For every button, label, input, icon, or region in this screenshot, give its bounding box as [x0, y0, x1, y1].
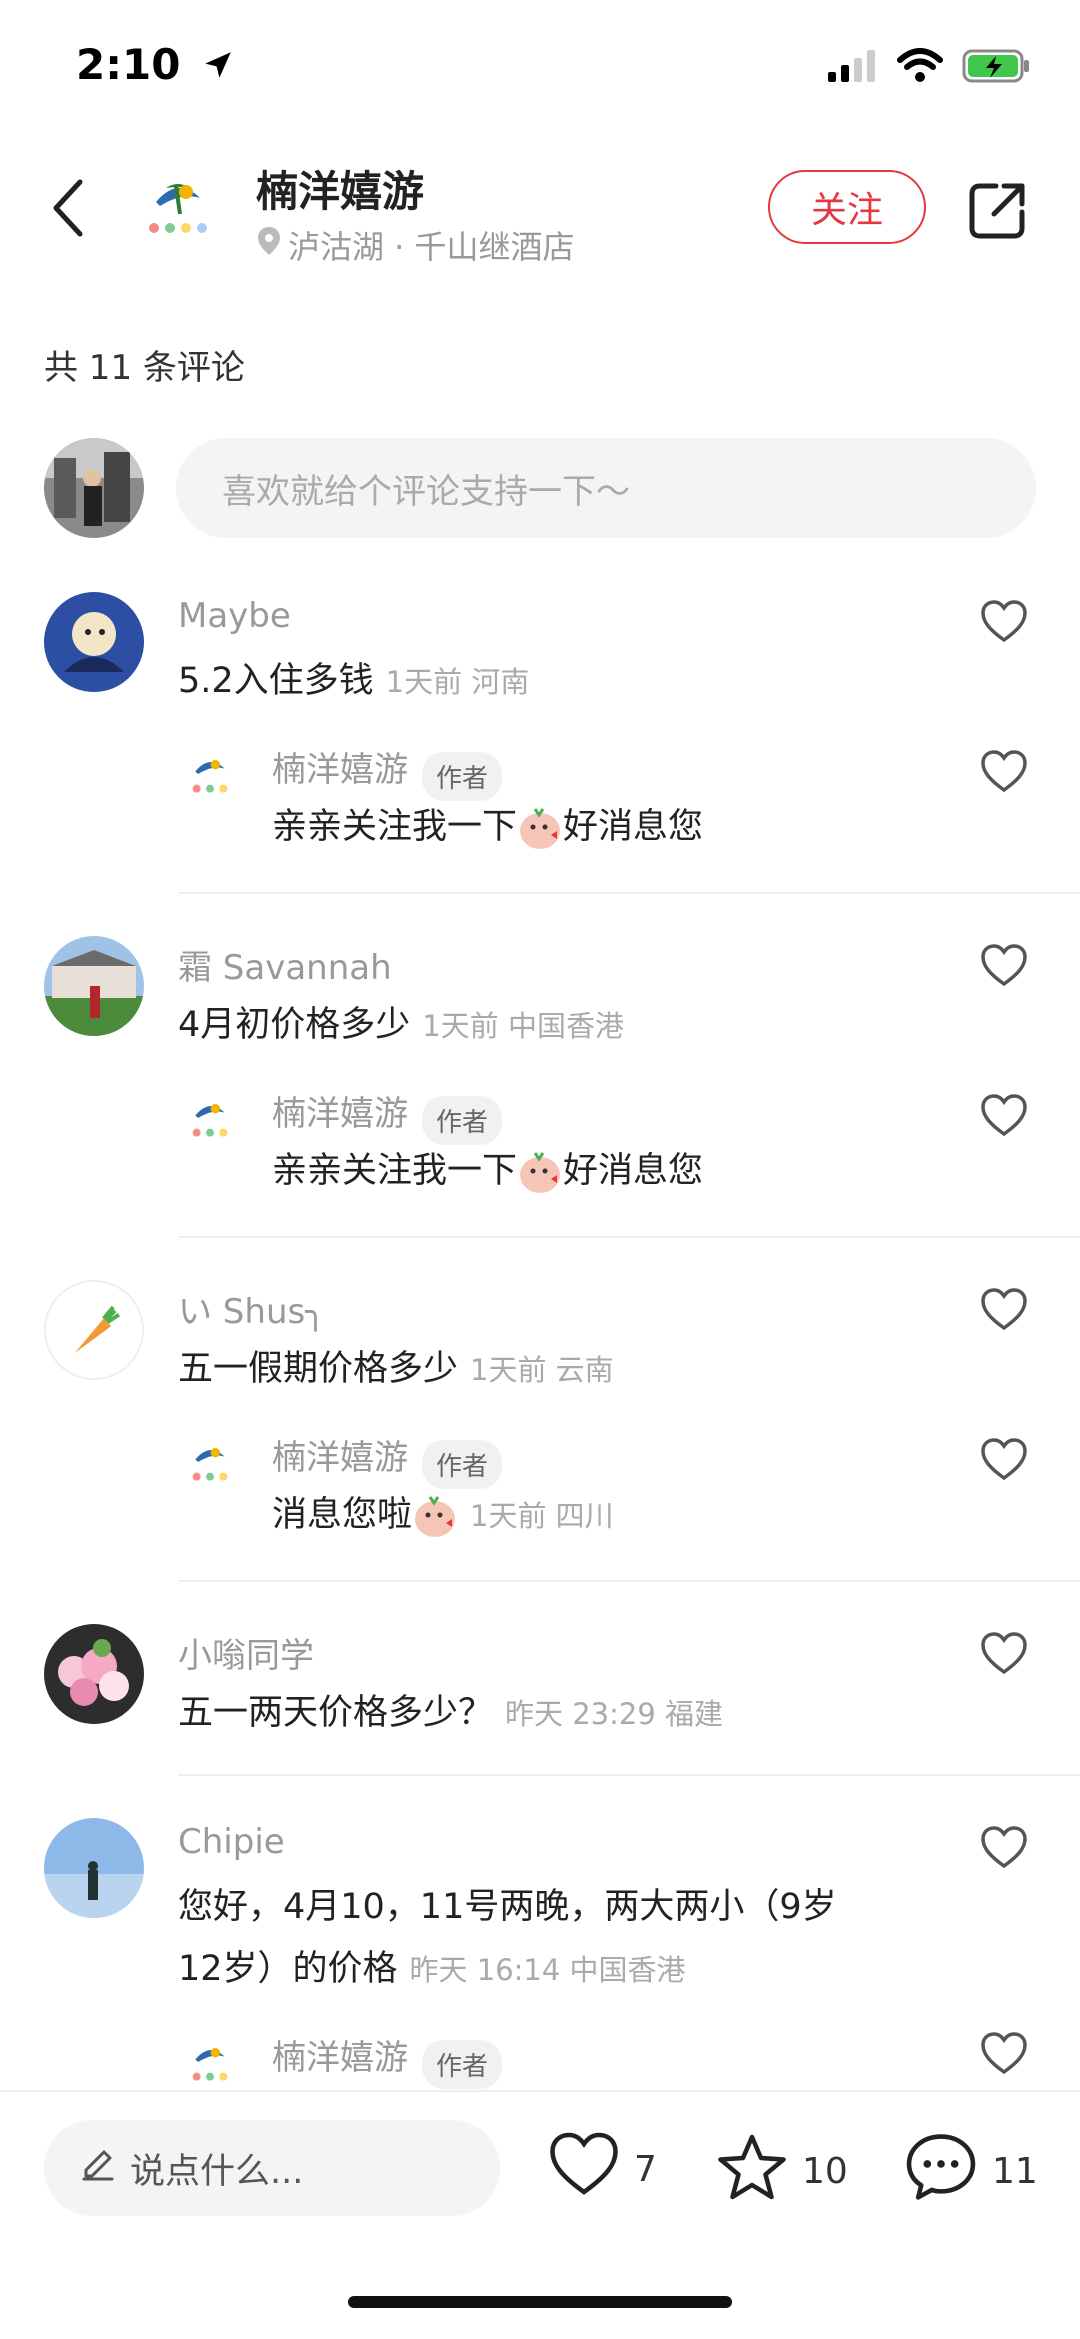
avatar[interactable]	[44, 1624, 144, 1724]
follow-button[interactable]: 关注	[768, 170, 926, 244]
star-button[interactable]: 10	[716, 2132, 848, 2211]
reply-meta: 1天前 四川	[470, 1499, 614, 1533]
kiss-emoji-icon	[517, 805, 563, 851]
comment-text-line1: 您好，4月10，11号两晚，两大两小（9岁	[178, 1887, 837, 1927]
avatar[interactable]	[44, 1818, 144, 1918]
reply-username[interactable]: 楠洋嬉游	[272, 750, 408, 790]
comment-username[interactable]: い Shus╮	[178, 1284, 326, 1333]
comment-body: 5.2入住多钱	[178, 661, 374, 701]
reply-body-a: 亲亲关注我一下	[272, 1151, 518, 1191]
comment-body: 12岁）的价格	[178, 1949, 398, 1989]
location-text: 泸沽湖 · 千山继酒店	[288, 228, 575, 266]
comment-body: 4月初价格多少	[178, 1005, 411, 1045]
like-heart-icon[interactable]	[980, 944, 1028, 988]
heart-icon	[548, 2132, 620, 2207]
say-something-input[interactable]: 说点什么...	[44, 2120, 500, 2216]
reply-username[interactable]: 楠洋嬉游	[272, 2038, 408, 2078]
comment-meta: 1天前 河南	[385, 665, 530, 699]
reply-header: 楠洋嬉游 作者	[272, 742, 503, 801]
comment-text: 五一假期价格多少 1天前 云南	[178, 1338, 614, 1401]
divider	[178, 1236, 1080, 1238]
reply-text: 亲亲关注我一下 好消息您	[272, 1140, 703, 1202]
location-pin-icon	[256, 225, 282, 265]
comment-meta: 昨天 23:29 福建	[505, 1697, 724, 1731]
reply-body-a: 消息您啦	[272, 1495, 413, 1535]
reply-avatar[interactable]	[178, 1086, 242, 1150]
like-heart-icon[interactable]	[980, 2032, 1028, 2076]
reply-avatar[interactable]	[178, 2030, 242, 2094]
author-badge: 作者	[422, 752, 503, 801]
pencil-icon	[80, 2146, 116, 2191]
avatar[interactable]	[44, 592, 144, 692]
reply-body-a: 亲亲关注我一下	[272, 807, 518, 847]
comment-meta: 昨天 16:14 中国香港	[409, 1953, 686, 1987]
divider	[178, 1580, 1080, 1582]
reply-header: 楠洋嬉游 作者	[272, 2030, 503, 2089]
comment-username[interactable]: Chipie	[178, 1822, 285, 1862]
reply-username[interactable]: 楠洋嬉游	[272, 1094, 408, 1134]
comment-count: 11	[992, 2151, 1038, 2192]
reply-header: 楠洋嬉游 作者	[272, 1086, 503, 1145]
location-arrow-icon	[201, 43, 235, 92]
comment-body: 五一假期价格多少	[178, 1349, 459, 1389]
status-icons	[826, 48, 1032, 88]
comment-text: 4月初价格多少 1天前 中国香港	[178, 994, 624, 1057]
avatar[interactable]	[44, 1280, 144, 1380]
star-count: 10	[802, 2151, 848, 2192]
comment-text: 5.2入住多钱 1天前 河南	[178, 650, 529, 713]
reply-body-b: 好消息您	[563, 807, 704, 847]
like-count: 7	[634, 2149, 657, 2190]
brand-name[interactable]: 楠洋嬉游	[256, 158, 424, 219]
author-badge: 作者	[422, 1440, 503, 1489]
star-icon	[716, 2132, 788, 2211]
like-heart-icon[interactable]	[980, 1632, 1028, 1676]
reply-header: 楠洋嬉游 作者	[272, 1430, 503, 1489]
avatar[interactable]	[44, 936, 144, 1036]
reply-text: 亲亲关注我一下 好消息您	[272, 796, 703, 858]
share-button[interactable]	[966, 178, 1030, 242]
comment-button[interactable]: 11	[904, 2132, 1038, 2211]
like-button[interactable]: 7	[548, 2132, 657, 2207]
chevron-left-icon	[48, 179, 88, 244]
kiss-emoji-icon	[517, 1149, 563, 1195]
share-icon	[966, 183, 1030, 246]
like-heart-icon[interactable]	[980, 1288, 1028, 1332]
author-badge: 作者	[422, 1096, 503, 1145]
brand-logo[interactable]	[130, 158, 226, 254]
comments-count: 共 11 条评论	[44, 348, 245, 388]
comment-input[interactable]: 喜欢就给个评论支持一下～	[176, 438, 1036, 538]
divider	[178, 892, 1080, 894]
comment-text-line2: 12岁）的价格 昨天 16:14 中国香港	[178, 1938, 686, 2001]
battery-icon	[962, 48, 1032, 88]
comment-username[interactable]: Maybe	[178, 596, 291, 636]
like-heart-icon[interactable]	[980, 1826, 1028, 1870]
back-button[interactable]	[48, 176, 88, 240]
reply-body-b: 好消息您	[563, 1151, 704, 1191]
comment-username[interactable]: 小嗡同学	[178, 1628, 314, 1677]
like-heart-icon[interactable]	[980, 1094, 1028, 1138]
author-badge: 作者	[422, 2040, 503, 2089]
signal-icon	[826, 48, 878, 88]
reply-avatar[interactable]	[178, 1430, 242, 1494]
comment-text: 五一两天价格多少？ 昨天 23:29 福建	[178, 1682, 723, 1745]
like-heart-icon[interactable]	[980, 600, 1028, 644]
reply-text: 消息您啦 1天前 四川	[272, 1484, 614, 1547]
status-time: 2:10	[76, 40, 235, 92]
comment-meta: 1天前 中国香港	[422, 1009, 624, 1043]
like-heart-icon[interactable]	[980, 750, 1028, 794]
like-heart-icon[interactable]	[980, 1438, 1028, 1482]
say-placeholder: 说点什么...	[130, 2151, 304, 2192]
wifi-icon	[896, 48, 944, 88]
reply-avatar[interactable]	[178, 742, 242, 806]
home-indicator[interactable]	[348, 2296, 732, 2308]
kiss-emoji-icon	[412, 1493, 458, 1539]
my-avatar[interactable]	[44, 438, 144, 538]
reply-username[interactable]: 楠洋嬉游	[272, 1438, 408, 1478]
comment-body: 五一两天价格多少？	[178, 1693, 494, 1733]
location-line[interactable]: 泸沽湖 · 千山继酒店	[256, 222, 575, 268]
comment-meta: 1天前 云南	[470, 1353, 614, 1387]
divider	[178, 1774, 1080, 1776]
comment-bubble-icon	[904, 2132, 978, 2211]
comment-username[interactable]: 霜 Savannah	[178, 940, 392, 989]
